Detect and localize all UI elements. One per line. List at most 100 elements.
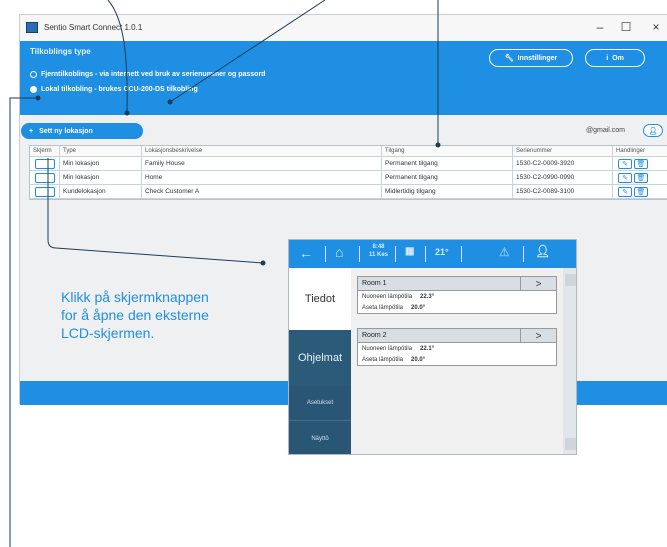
remote-connection-option[interactable]: Fjerntilkoblings - via internett ved bru…: [30, 71, 265, 78]
add-location-label: Sett ny lokasjon: [39, 127, 93, 135]
lcd-scrollbar[interactable]: [563, 268, 576, 454]
current-temp-label: Nuoneen lämpötila: [362, 293, 413, 300]
lcd-clock: 8:48 11 Kes: [369, 243, 388, 259]
chevron-right-icon[interactable]: >: [520, 277, 556, 291]
room-current-temp: Nuoneen lämpötila 22.1°: [358, 343, 556, 354]
about-button[interactable]: i Om: [585, 49, 645, 67]
scroll-down-button[interactable]: [565, 438, 576, 450]
locations-table: Skjerm Type Lokasjonsbeskrivelse Tilgang…: [29, 145, 667, 200]
scroll-up-button[interactable]: [565, 274, 576, 286]
lcd-nav-naytto[interactable]: Näyttö: [289, 420, 351, 454]
minimize-button[interactable]: –: [590, 20, 610, 34]
settings-button-label: Innstillinger: [517, 54, 558, 62]
type-cell: Min lokasjon: [60, 171, 142, 184]
access-cell: Permanent tilgang: [382, 171, 513, 184]
room-header: Room 2 >: [358, 329, 556, 343]
table-row[interactable]: Kundelokasjon Check Customer A Midlertid…: [30, 185, 667, 199]
room-name: Room 2: [362, 332, 387, 339]
lcd-content: Room 1 > Nuoneen lämpötila 22.3° Aseta l…: [351, 268, 563, 454]
wrench-icon: 🔧︎: [504, 55, 514, 62]
col-header-serial: Serienummer: [513, 146, 613, 156]
remote-connection-label: Fjerntilkoblings - via internett ved bru…: [41, 71, 266, 78]
back-arrow-icon[interactable]: ←: [299, 245, 313, 261]
lcd-date: 11 Kes: [369, 252, 389, 258]
trash-icon[interactable]: 🗑︎: [634, 186, 648, 197]
set-temp-value: 20.0°: [411, 304, 426, 311]
radio-local[interactable]: [30, 86, 37, 93]
col-header-screen: Skjerm: [30, 146, 60, 156]
info-icon: i: [606, 54, 609, 62]
room-card[interactable]: Room 1 > Nuoneen lämpötila 22.3° Aseta l…: [357, 276, 557, 314]
trash-icon[interactable]: 🗑︎: [634, 172, 648, 183]
screen-button[interactable]: [35, 186, 55, 197]
warning-icon: ⚠: [499, 245, 510, 259]
lcd-nav-ohjelmat[interactable]: Ohjelmat: [289, 330, 351, 386]
set-temp-label: Aseta lämpötila: [362, 304, 404, 311]
set-temp-value: 20.0°: [411, 356, 426, 363]
calendar-icon: ▦: [405, 246, 415, 257]
screen-cell: [30, 157, 60, 170]
app-icon: [26, 22, 38, 33]
home-icon[interactable]: ⌂: [335, 244, 343, 260]
screen-cell: [30, 171, 60, 184]
actions-cell: ✎ 🗑︎: [613, 185, 667, 198]
user-help-icon[interactable]: 👤︎: [535, 244, 550, 258]
plus-icon: +: [29, 127, 34, 135]
actions-cell: ✎ 🗑︎: [613, 171, 667, 184]
access-cell: Midlertidig tilgang: [382, 185, 513, 198]
window-title: Sentio Smart Connect 1.0.1: [44, 23, 143, 32]
actions-cell: ✎ 🗑︎: [613, 157, 667, 170]
callout-line-3: LCD-skjermen.: [61, 325, 155, 341]
edit-icon[interactable]: ✎: [618, 172, 632, 183]
room-card[interactable]: Room 2 > Nuoneen lämpötila 22.1° Aseta l…: [357, 328, 557, 366]
lcd-sidebar: Tiedot Ohjelmat Asetukset Näyttö: [289, 268, 351, 454]
lcd-time: 8:48: [372, 244, 385, 250]
room-set-temp: Aseta lämpötila 20.0°: [358, 302, 556, 313]
callout-line-1: Klikk på skjermknappen: [61, 289, 209, 305]
instruction-callout: Klikk på skjermknappen for å åpne den ek…: [61, 288, 281, 342]
current-temp-label: Nuoneen lämpötila: [362, 345, 413, 352]
set-temp-label: Aseta lämpötila: [362, 356, 404, 363]
room-set-temp: Aseta lämpötila 20.0°: [358, 354, 556, 365]
table-row[interactable]: Min lokasjon Family House Permanent tilg…: [30, 157, 667, 171]
serial-cell: 1530-C2-0009-3920: [513, 157, 613, 170]
edit-icon[interactable]: ✎: [618, 186, 632, 197]
table-row[interactable]: Min lokasjon Home Permanent tilgang 1530…: [30, 171, 667, 185]
user-icon: 👤︎: [648, 127, 658, 135]
trash-icon[interactable]: 🗑︎: [634, 158, 648, 169]
lcd-temperature: 21°: [435, 247, 449, 257]
lcd-nav-tiedot[interactable]: Tiedot: [289, 268, 351, 330]
col-header-access: Tilgang: [382, 146, 513, 156]
screen-cell: [30, 185, 60, 198]
col-header-type: Type: [60, 146, 142, 156]
settings-button[interactable]: 🔧︎ Innstillinger: [489, 49, 573, 67]
user-email: @gmail.com: [586, 127, 626, 134]
add-location-button[interactable]: + Sett ny lokasjon: [21, 123, 143, 139]
access-cell: Permanent tilgang: [382, 157, 513, 170]
chevron-right-icon[interactable]: >: [520, 329, 556, 343]
room-header: Room 1 >: [358, 277, 556, 291]
description-cell: Family House: [142, 157, 382, 170]
user-menu-button[interactable]: 👤︎: [643, 124, 663, 137]
radio-remote[interactable]: [30, 71, 37, 78]
screen-button[interactable]: [35, 158, 55, 169]
connection-type-title: Tilkoblings type: [30, 47, 91, 56]
type-cell: Min lokasjon: [60, 157, 142, 170]
close-button[interactable]: ×: [646, 20, 666, 34]
description-cell: Home: [142, 171, 382, 184]
callout-line-2: for å åpne den eksterne: [61, 307, 209, 323]
serial-cell: 1530-C2-0089-3100: [513, 185, 613, 198]
screen-button[interactable]: [35, 172, 55, 183]
room-name: Room 1: [362, 280, 387, 287]
lcd-top-bar: ← ⌂ 8:48 11 Kes ▦ 21° ⚠ 👤︎: [289, 240, 576, 268]
col-header-actions: Handlinger: [616, 148, 646, 154]
edit-icon[interactable]: ✎: [618, 158, 632, 169]
local-connection-option[interactable]: Lokal tilkobling - brukes CCU-200-DS til…: [30, 86, 198, 93]
maximize-button[interactable]: ☐: [616, 20, 636, 34]
current-temp-value: 22.3°: [420, 293, 435, 300]
table-header: Skjerm Type Lokasjonsbeskrivelse Tilgang…: [30, 146, 667, 157]
description-cell: Check Customer A: [142, 185, 382, 198]
col-header-description: Lokasjonsbeskrivelse: [142, 146, 382, 156]
stage: Sentio Smart Connect 1.0.1 – ☐ × Tilkobl…: [0, 0, 667, 547]
lcd-nav-asetukset[interactable]: Asetukset: [289, 386, 351, 420]
